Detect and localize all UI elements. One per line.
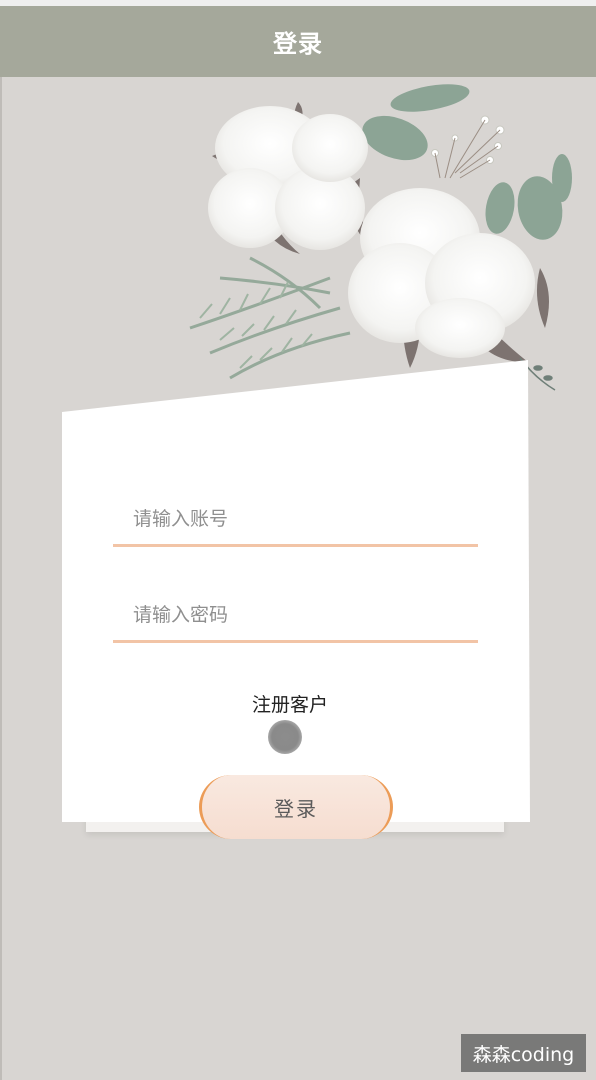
header-bar: 登录 xyxy=(0,6,596,77)
account-field xyxy=(113,494,478,547)
watermark: 森森coding xyxy=(461,1034,586,1072)
left-edge-divider xyxy=(0,77,2,1080)
password-input[interactable] xyxy=(113,590,478,640)
page-title: 登录 xyxy=(273,30,323,58)
password-field xyxy=(113,590,478,643)
register-customer-link[interactable]: 注册客户 xyxy=(196,690,384,717)
login-page: 登录 请输入账号 注册客户 登录 森森coding xyxy=(0,0,596,1080)
touch-cursor-icon xyxy=(268,720,302,754)
account-input[interactable] xyxy=(113,494,478,544)
login-button[interactable]: 登录 xyxy=(199,775,393,839)
